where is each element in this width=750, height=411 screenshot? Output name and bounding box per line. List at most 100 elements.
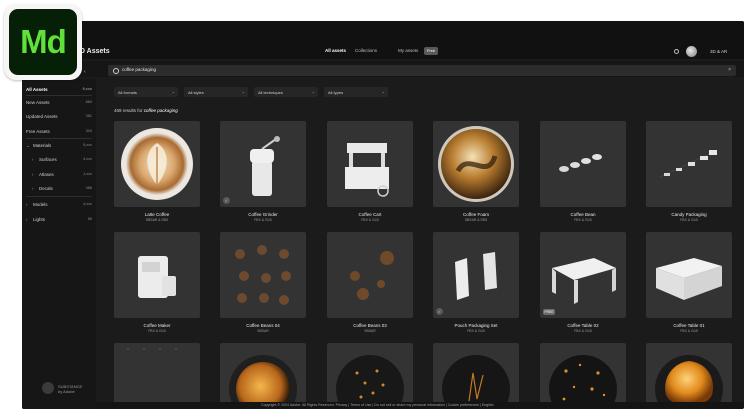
coffee-foam-thumbnail [438,126,514,202]
filter-formats[interactable]: All formats ⌄ [114,87,178,97]
chevron-down-icon: ⌄ [26,143,30,148]
free-pill[interactable]: Free [424,47,438,55]
asset-tile[interactable] [327,121,413,207]
nav-collections[interactable]: Collections [355,48,377,53]
asset-name[interactable]: Pouch Packaging Set [433,323,519,328]
chevron-down-icon: ⌄ [381,89,385,94]
ar-label[interactable]: 3D & AR [710,49,727,54]
search-icon [113,68,119,74]
chevron-right-icon: › [32,186,34,191]
asset-name[interactable]: Coffee Maker [114,323,200,328]
asset-thumbnail [127,348,177,350]
coffee-beans-04-thumbnail [235,245,291,305]
chevron-right-icon: › [26,217,28,222]
asset-name[interactable]: Coffee Cart [327,212,413,217]
asset-name[interactable]: Latte Coffee [114,212,200,217]
chevron-down-icon: ⌄ [241,89,245,94]
asset-thumbnail [655,355,723,403]
asset-tile[interactable] [646,121,732,207]
filter-types[interactable]: All types ⌄ [324,87,388,97]
coffee-beans-03-thumbnail [350,251,394,300]
divider [26,196,92,197]
filter-styles[interactable]: All styles ⌄ [184,87,248,97]
asset-tile[interactable] [646,343,732,403]
asset-name[interactable]: Coffee Beans 04 [220,323,306,328]
asset-thumbnail [336,355,404,403]
sidebar-item-models[interactable]: › Models 4,xxx [26,202,92,207]
asset-name[interactable]: Coffee Table 02 [540,323,626,328]
latte-thumbnail [121,128,193,200]
gear-icon[interactable] [674,49,679,54]
asset-tile[interactable]: ✓ [220,121,306,207]
asset-tile[interactable] [327,232,413,318]
asset-format: SBSAR [257,329,269,333]
footer: Copyright © 2024 Adobe. All Rights Reser… [96,402,744,409]
app-badge: Md [4,4,82,80]
pouch-packaging-thumbnail [455,252,497,300]
chevron-right-icon: › [32,172,34,177]
asset-tile[interactable] [327,343,413,403]
asset-tile[interactable] [646,232,732,318]
filter-techniques[interactable]: All techniques ⌄ [254,87,318,97]
asset-tile[interactable] [540,343,626,403]
footer-text: Copyright © 2024 Adobe. All Rights Reser… [261,403,494,407]
app-window: nce 3D Assets All assets Collections My … [22,21,744,409]
asset-thumbnail [442,355,510,403]
asset-name[interactable]: Coffee Bean [540,212,626,217]
sidebar: All Assets 9,xxx New Assets 884 Updated As… [22,79,96,409]
nav-all-assets[interactable]: All assets [325,48,346,53]
sidebar-item-new-assets[interactable]: New Assets 884 [26,100,92,105]
free-badge: FREE [543,309,555,315]
asset-name[interactable]: Coffee Grinder [220,212,306,217]
asset-tile[interactable] [433,121,519,207]
candy-packaging-thumbnail [659,150,717,178]
coffee-cart-thumbnail [345,143,389,197]
asset-tile[interactable] [540,121,626,207]
collapse-sidebar-icon[interactable]: ‹ [84,69,86,75]
asset-format: FBX & GLB [148,329,166,333]
avatar[interactable] [686,46,697,57]
substance-logo-text: SUBSTANCE by Adobe [58,384,83,394]
asset-name[interactable]: Coffee Table 01 [646,323,732,328]
asset-format: SBSAR & SBS [464,218,488,222]
asset-tile[interactable] [114,232,200,318]
free-badge-icon: ✓ [436,308,443,315]
asset-format: FBX & GLB [574,218,592,222]
sidebar-item-updated-assets[interactable]: Updated Assets 381 [26,114,92,119]
divider [26,138,92,139]
asset-name[interactable]: Candy Packaging [646,212,732,217]
search-input[interactable]: coffee packaging × [108,65,736,76]
chevron-down-icon: ⌄ [171,89,175,94]
asset-tile[interactable] [220,343,306,403]
asset-thumbnail [549,355,617,403]
asset-format: SBSAR [364,329,376,333]
asset-name[interactable]: Coffee Beans 03 [327,323,413,328]
asset-format: FBX & GLB [680,329,698,333]
results-count: 469 results for coffee packaging [114,108,178,113]
asset-name[interactable]: Coffee Foam [433,212,519,217]
asset-format: FBX & GLB [574,329,592,333]
asset-tile[interactable] [433,343,519,403]
sidebar-item-materials[interactable]: ⌄ Materials 5,xxx [26,143,92,149]
nav-my-assets[interactable]: My assets [398,48,418,53]
sidebar-item-decals[interactable]: › Decals 486 [32,186,92,191]
asset-tile[interactable]: ✓ [433,232,519,318]
asset-tile[interactable] [114,121,200,207]
asset-tile[interactable] [220,232,306,318]
asset-tile[interactable]: FREE [540,232,626,318]
sidebar-item-free-assets[interactable]: Free Assets 304 [26,129,92,134]
sidebar-item-surfaces[interactable]: › Surfaces 4,xxx [32,157,92,162]
substance-logo-icon [42,382,54,394]
asset-tile[interactable] [114,343,200,403]
asset-format: FBX & GLB [680,218,698,222]
coffee-table-02-thumbnail [552,258,616,304]
sidebar-item-lights[interactable]: › Lights 89 [26,217,92,222]
coffee-bean-thumbnail [559,154,602,172]
close-icon[interactable]: × [728,67,731,73]
sidebar-item-all-assets[interactable]: All Assets 9,xxx [26,87,92,92]
chevron-right-icon: › [32,157,34,162]
top-bar: nce 3D Assets All assets Collections My … [22,21,744,59]
free-badge-icon: ✓ [223,197,230,204]
md-logo-icon: Md [9,9,77,75]
sidebar-item-atlases[interactable]: › Atlases 1,xxx [32,172,92,177]
